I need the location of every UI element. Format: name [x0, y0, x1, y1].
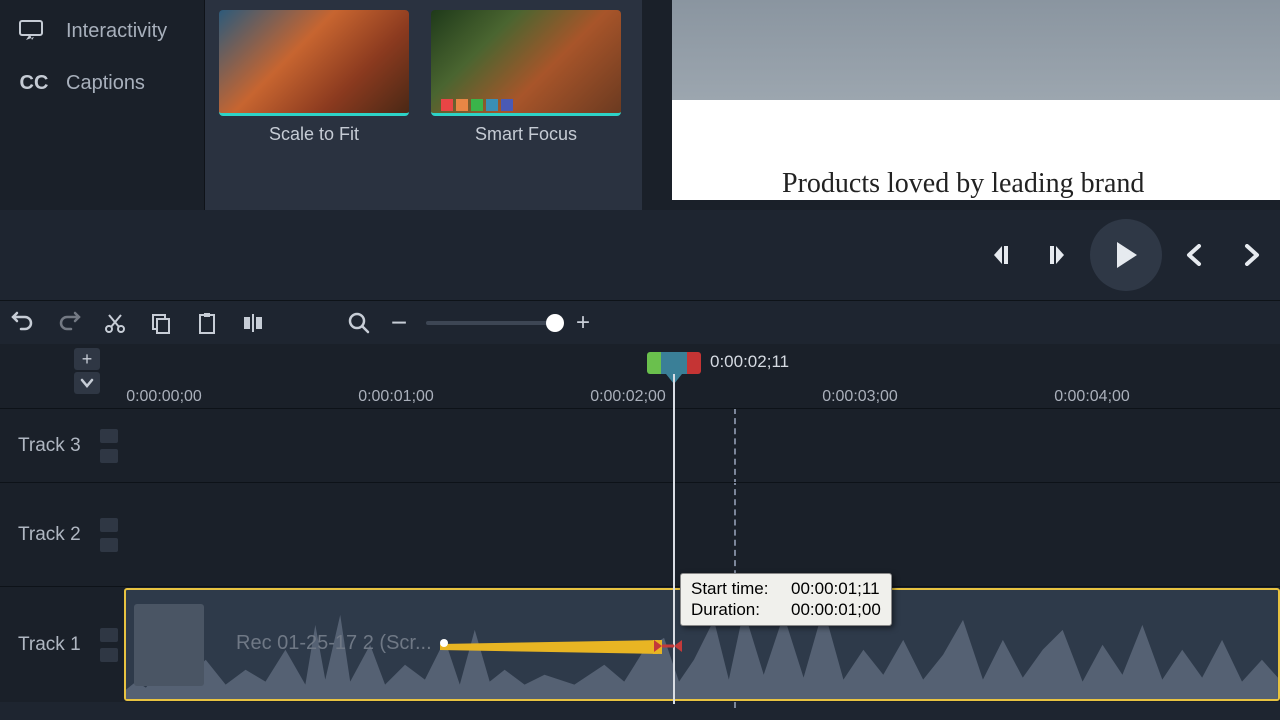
split-button[interactable] — [240, 310, 266, 336]
thumbnail-label: Smart Focus — [431, 124, 621, 145]
track-lane-3[interactable] — [124, 408, 1280, 482]
ruler-tick: 0:00:00;00 — [126, 388, 202, 406]
cut-button[interactable] — [102, 310, 128, 336]
clip-label: Rec 01-25-17 2 (Scr... — [236, 632, 432, 655]
undo-button[interactable] — [10, 310, 36, 336]
track-name: Track 1 — [18, 634, 81, 656]
thumbnail-image — [431, 10, 621, 116]
tooltip-duration-value: 00:00:01;00 — [791, 599, 881, 620]
tooltip-duration-label: Duration: — [691, 599, 781, 620]
tooltip-start-label: Start time: — [691, 578, 781, 599]
zoom-out-button[interactable]: − — [386, 310, 412, 336]
track-header-2[interactable]: Track 2 — [0, 482, 124, 586]
prev-button[interactable] — [1172, 232, 1218, 278]
zoom-slider-thumb[interactable] — [546, 314, 564, 332]
sidebar-item-interactivity[interactable]: Interactivity — [0, 5, 204, 57]
media-panel: Scale to Fit Smart Focus — [204, 0, 642, 210]
sidebar: Interactivity CC Captions — [0, 0, 204, 210]
preview-canvas[interactable]: Products loved by leading brand — [672, 0, 1280, 200]
media-thumb-smart-focus[interactable]: Smart Focus — [431, 10, 621, 145]
playhead-line[interactable] — [673, 374, 675, 704]
track-header-3[interactable]: Track 3 — [0, 408, 124, 482]
timeline-ruler[interactable]: 0:00:00;00 0:00:01;00 0:00:02;00 0:00:03… — [124, 344, 1280, 408]
step-forward-button[interactable] — [1034, 232, 1080, 278]
speed-start-handle[interactable] — [440, 639, 448, 647]
ruler-tick: 0:00:04;00 — [1054, 388, 1130, 406]
next-button[interactable] — [1228, 232, 1274, 278]
clip-tooltip: Start time: 00:00:01;11 Duration: 00:00:01… — [680, 573, 892, 626]
redo-button[interactable] — [56, 310, 82, 336]
paste-button[interactable] — [194, 310, 220, 336]
expand-tracks-button[interactable] — [74, 372, 100, 394]
copy-button[interactable] — [148, 310, 174, 336]
ruler-tick: 0:00:02;00 — [590, 388, 666, 406]
track-lock-icon[interactable] — [100, 538, 118, 552]
playhead-marker[interactable] — [647, 352, 701, 374]
media-thumb-scale-to-fit[interactable]: Scale to Fit — [219, 10, 409, 145]
timeline: + 0:00:00;00 0:00:01;00 0:00:02;00 0:00:… — [0, 344, 1280, 702]
tooltip-start-value: 00:00:01;11 — [791, 578, 880, 599]
add-track-button[interactable]: + — [74, 348, 100, 370]
cc-icon: CC — [18, 71, 50, 95]
sidebar-label-captions: Captions — [66, 72, 145, 95]
sidebar-item-captions[interactable]: CC Captions — [0, 57, 204, 109]
track-visibility-icon[interactable] — [100, 518, 118, 532]
track-visibility-icon[interactable] — [100, 429, 118, 443]
clip-resize-handle[interactable] — [654, 638, 674, 654]
step-back-button[interactable] — [978, 232, 1024, 278]
preview-panel: Products loved by leading brand — [642, 0, 1280, 210]
playhead-time: 0:00:02;11 — [710, 352, 789, 372]
track-name: Track 3 — [18, 435, 81, 457]
sidebar-label-interactivity: Interactivity — [66, 20, 167, 43]
track-lane-1[interactable]: Rec 01-25-17 2 (Scr... Start time:00:00:… — [124, 586, 1280, 702]
zoom-slider[interactable] — [426, 321, 556, 325]
clip-speed-indicator[interactable] — [440, 640, 662, 654]
playback-bar — [0, 210, 1280, 300]
track-name: Track 2 — [18, 524, 81, 546]
clip-thumbnail — [134, 604, 204, 686]
interactivity-icon — [18, 19, 50, 43]
timeline-toolbar: − + — [0, 300, 1280, 344]
track-header-1[interactable]: Track 1 — [0, 586, 124, 702]
ruler-tick: 0:00:03;00 — [822, 388, 898, 406]
track-lock-icon[interactable] — [100, 449, 118, 463]
thumbnail-label: Scale to Fit — [219, 124, 409, 145]
track-visibility-icon[interactable] — [100, 628, 118, 642]
preview-text: Products loved by leading brand — [782, 168, 1144, 200]
search-zoom-icon[interactable] — [346, 310, 372, 336]
thumbnail-image — [219, 10, 409, 116]
ruler-tick: 0:00:01;00 — [358, 388, 434, 406]
play-button[interactable] — [1090, 219, 1162, 291]
zoom-in-button[interactable]: + — [570, 310, 596, 336]
track-lock-icon[interactable] — [100, 648, 118, 662]
track-lane-2[interactable] — [124, 482, 1280, 586]
